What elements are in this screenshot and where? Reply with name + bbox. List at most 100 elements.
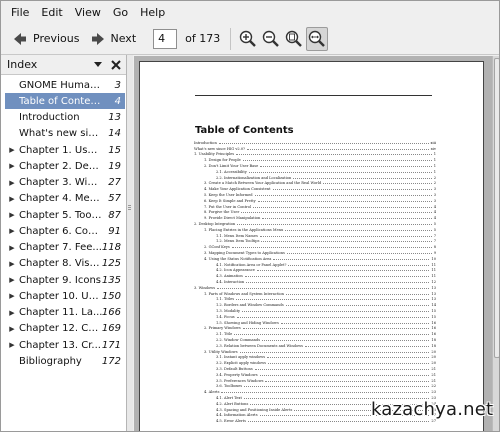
sidebar-item-label: Bibliography	[19, 355, 82, 367]
close-icon[interactable]	[110, 59, 122, 71]
toc-leader-dots	[262, 217, 432, 220]
sidebar-item-page: 87	[108, 209, 121, 221]
toc-entry-page: 11	[431, 268, 436, 273]
sidebar-item-label: Chapter 9. Icons	[19, 274, 101, 286]
toc-entry-page: 3	[433, 187, 436, 192]
toc-entry-title: 3.3. Default Buttons	[216, 366, 254, 371]
toc-entry-title: 4.3. Animation	[216, 274, 244, 279]
expander-arrow-icon[interactable]: ▶	[5, 341, 19, 349]
sidebar-item-label: What's new sin...	[19, 128, 103, 140]
sidebar-item[interactable]: Introduction 13	[5, 110, 125, 126]
toc-leader-dots	[217, 287, 430, 289]
sidebar-item-label: Chapter 10. Us...	[19, 290, 103, 302]
expander-arrow-icon[interactable]: ▶	[5, 179, 19, 187]
sidebar-item-label: Introduction	[19, 112, 80, 123]
zoom-fit-width-icon	[309, 30, 326, 47]
vertical-scrollbar[interactable]	[492, 56, 499, 431]
toc-entry-title: 8. Forgive the User	[204, 210, 241, 215]
toc-entry-title: 2. Don't Limit Your User Base	[204, 164, 260, 169]
sidebar-item[interactable]: Bibliography 172	[5, 353, 125, 369]
page-number-input[interactable]: 4	[153, 28, 178, 49]
expander-arrow-icon[interactable]: ▶	[5, 227, 19, 235]
expander-arrow-icon[interactable]: ▶	[5, 325, 19, 333]
menu-file[interactable]: File	[5, 4, 35, 21]
expander-arrow-icon[interactable]: ▶	[5, 309, 19, 317]
sidebar-item[interactable]: ▶ Chapter 2. Des... 19	[5, 158, 125, 174]
toc-entry-page: 8	[433, 245, 436, 250]
sidebar-item[interactable]: ▶ Chapter 1. Usa... 15	[5, 142, 125, 158]
document-view[interactable]: Table of Contents Introduction xiii What's…	[134, 56, 492, 431]
expander-arrow-icon[interactable]: ▶	[5, 260, 19, 268]
next-button[interactable]: Next	[85, 26, 142, 52]
toc-entry-page: 21	[431, 378, 436, 383]
expander-arrow-icon[interactable]: ▶	[5, 292, 19, 300]
sidebar-title: Index	[7, 58, 38, 71]
toc-entry-page: 20	[431, 349, 436, 354]
sidebar-item[interactable]: ▶ Chapter 12. Ch... 169	[5, 321, 125, 337]
toc-leader-dots	[246, 281, 430, 284]
sidebar-item[interactable]: ▶ Chapter 11. La... 166	[5, 305, 125, 321]
expander-arrow-icon[interactable]: ▶	[5, 211, 19, 219]
toc-leader-dots	[260, 165, 432, 168]
expander-arrow-icon[interactable]: ▶	[5, 146, 19, 154]
sidebar-resize-handle[interactable]	[127, 55, 133, 431]
zoom-fit-page-button[interactable]	[283, 27, 305, 51]
sidebar-item[interactable]: ▶ Chapter 13. Cr... 171	[5, 337, 125, 353]
expander-arrow-icon[interactable]: ▶	[5, 162, 19, 170]
toc-entry-page: 13	[431, 291, 436, 296]
sidebar-item-label: Chapter 2. Des...	[19, 160, 103, 172]
toc-entry-title: 4.2. Alert Buttons	[216, 401, 250, 406]
sidebar-item[interactable]: ▶ Chapter 5. Tool... 87	[5, 207, 125, 223]
scrollbar-thumb[interactable]	[494, 58, 499, 358]
toc-leader-dots	[272, 188, 432, 191]
toc-entry-page: 2	[433, 175, 436, 180]
toolbar-separator	[230, 27, 232, 50]
sidebar-item-page: 27	[108, 177, 121, 188]
sidebar-item[interactable]: ▶ Chapter 10. Us... 150	[5, 288, 125, 304]
zoom-out-button[interactable]	[260, 27, 282, 51]
menu-view[interactable]: View	[69, 4, 107, 21]
sidebar-item-page: 19	[108, 160, 121, 172]
toc-leader-dots	[285, 304, 430, 307]
sidebar-item[interactable]: ▶ Chapter 3. Win... 27	[5, 175, 125, 191]
menu-go[interactable]: Go	[107, 4, 134, 21]
previous-label: Previous	[33, 32, 80, 45]
toc-entry-page: 2	[433, 181, 436, 186]
toc-entry-page: 18	[431, 343, 436, 348]
sidebar-item-page: 57	[108, 193, 121, 205]
toc-entry-title: 1.2. Menu Item Tooltips	[216, 239, 261, 244]
expander-arrow-icon[interactable]: ▶	[5, 195, 19, 203]
sidebar-item[interactable]: ▶ Chapter 6. Con... 91	[5, 223, 125, 239]
zoom-in-button[interactable]	[237, 27, 259, 51]
expander-arrow-icon[interactable]: ▶	[5, 276, 19, 284]
toc-leader-dots	[244, 385, 430, 388]
next-label: Next	[110, 32, 137, 45]
sidebar-item[interactable]: ▶ Chapter 9. Icons 135	[5, 272, 125, 288]
toc-entry-title: 4.1. Notification Area or Panel Applet?	[216, 262, 288, 267]
toc-leader-dots	[285, 229, 432, 231]
sidebar-item[interactable]: ▶ Chapter 4. Menus 57	[5, 191, 125, 207]
toc-leader-dots	[254, 368, 430, 370]
toc-list: Introduction xiii What's new since HIG v2.…	[194, 140, 436, 424]
expander-arrow-icon[interactable]: ▶	[5, 244, 19, 252]
sidebar-item[interactable]: What's new sin... 14	[5, 126, 125, 142]
toc-entry-page: 5	[433, 227, 436, 232]
menu-help[interactable]: Help	[134, 4, 171, 21]
toc-entry-page: 20	[431, 361, 436, 366]
toc-entry-page: 21	[431, 366, 436, 371]
menu-edit[interactable]: Edit	[35, 4, 68, 21]
sidebar-item[interactable]: ▶ Chapter 7. Fee... 118	[5, 240, 125, 256]
toc-leader-dots	[244, 275, 430, 278]
sidebar-item[interactable]: Table of Contents 4	[5, 93, 125, 110]
toc-entry-page: 16	[431, 320, 436, 325]
toc-entry-title: 1. Usability Principles	[194, 152, 236, 157]
toc-entry-page: 4	[433, 204, 436, 209]
toc-entry-page: 14	[431, 303, 436, 308]
zoom-fit-width-button[interactable]	[306, 26, 329, 51]
previous-button[interactable]: Previous	[7, 26, 85, 52]
dropdown-arrow-icon[interactable]	[93, 59, 103, 69]
index-sidebar: Index GNOME Human... 3 Table of Contents 4 I…	[1, 55, 127, 431]
sidebar-item[interactable]: ▶ Chapter 8. Visu... 125	[5, 256, 125, 272]
toc-entry-title: 4.5. Error Alerts	[216, 419, 247, 424]
sidebar-item[interactable]: GNOME Human... 3	[5, 77, 125, 93]
